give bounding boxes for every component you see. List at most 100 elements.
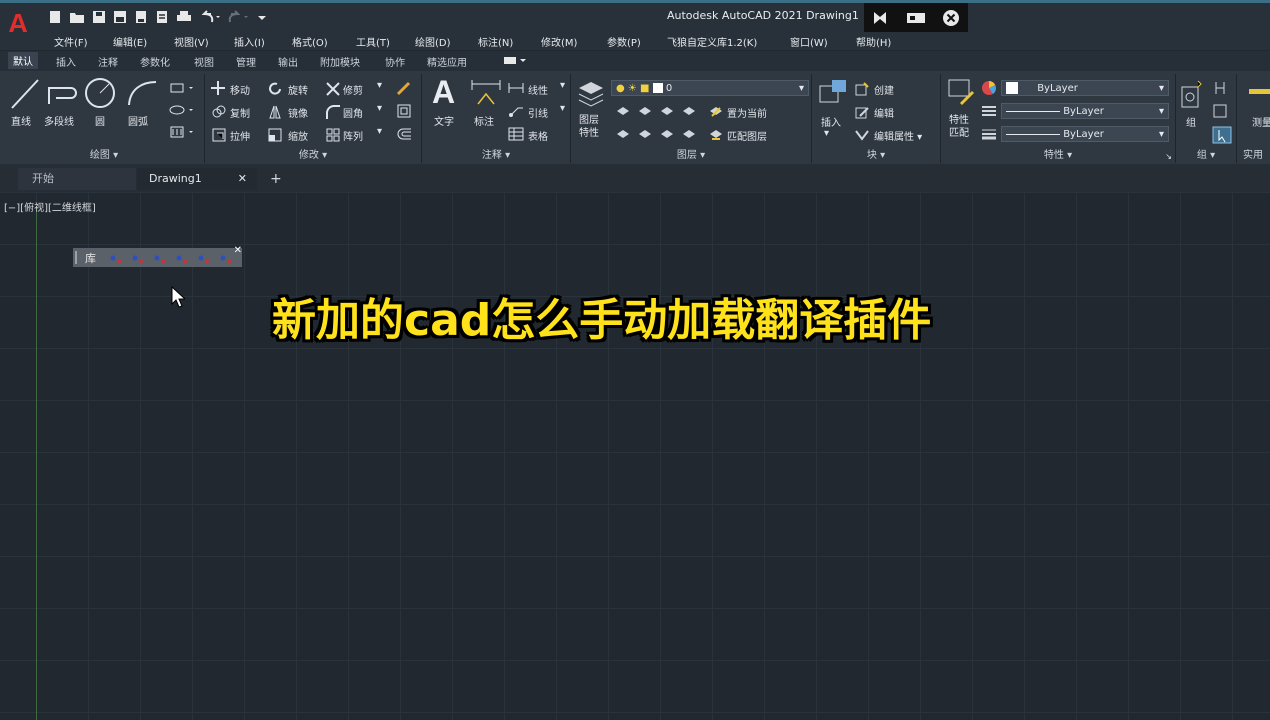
close-tab-icon[interactable]: ✕: [238, 168, 247, 190]
tab-addins[interactable]: 附加模块: [320, 54, 360, 69]
tab-view[interactable]: 视图: [194, 54, 214, 69]
match-layer-label[interactable]: 匹配图层: [727, 128, 767, 143]
menu-format[interactable]: 格式(O): [292, 34, 328, 49]
tab-featured-apps[interactable]: 精选应用: [427, 54, 467, 69]
open-icon[interactable]: [69, 10, 85, 24]
lineweight-dropdown[interactable]: ByLayer ▾: [1001, 126, 1169, 142]
layers-panel-label[interactable]: 图层 ▾: [571, 146, 811, 161]
floating-library-toolbar[interactable]: 库 ✕: [73, 245, 242, 267]
new-icon[interactable]: [48, 10, 62, 24]
rotate-label[interactable]: 旋转: [288, 82, 308, 97]
group-label[interactable]: 组: [1186, 114, 1196, 129]
trim-icon[interactable]: [325, 81, 341, 97]
layer-properties-icon[interactable]: [577, 78, 607, 108]
menu-edit[interactable]: 编辑(E): [113, 34, 147, 49]
utility-panel-label[interactable]: 实用: [1243, 146, 1270, 161]
save-as-icon[interactable]: [113, 10, 127, 24]
ellipse-icon[interactable]: [168, 104, 196, 116]
trim-dropdown-icon[interactable]: ▾: [377, 80, 382, 91]
viewport-controls[interactable]: [−][俯视][二维线框]: [4, 199, 96, 214]
array-dropdown-icon[interactable]: ▾: [377, 126, 382, 137]
leader-dropdown-icon[interactable]: ▾: [560, 103, 565, 114]
fillet-icon[interactable]: [325, 104, 341, 120]
draw-panel-label[interactable]: 绘图 ▾: [4, 146, 204, 161]
tab-output[interactable]: 输出: [278, 54, 298, 69]
plot-icon[interactable]: [176, 10, 192, 24]
layer-tools-row2-icon[interactable]: [615, 127, 705, 141]
copy-label[interactable]: 复制: [230, 105, 250, 120]
tab-collaborate[interactable]: 协作: [385, 54, 405, 69]
stretch-icon[interactable]: [211, 127, 227, 143]
measure-icon[interactable]: [1249, 88, 1270, 96]
menu-tools[interactable]: 工具(T): [356, 34, 390, 49]
match-properties-label[interactable]: 特性 匹配: [949, 114, 969, 140]
rotate-icon[interactable]: [267, 81, 283, 97]
group-edit-icon[interactable]: [1212, 103, 1228, 119]
erase-icon[interactable]: [395, 79, 413, 97]
group-panel-label[interactable]: 组 ▾: [1176, 146, 1236, 161]
menu-modify[interactable]: 修改(M): [541, 34, 577, 49]
library-tool-icons[interactable]: [107, 250, 233, 265]
linear-label[interactable]: 线性: [528, 82, 548, 97]
trim-label[interactable]: 修剪: [343, 82, 363, 97]
layer-properties-label[interactable]: 图层 特性: [579, 114, 599, 140]
circle-icon[interactable]: [84, 77, 116, 109]
menu-view[interactable]: 视图(V): [174, 34, 209, 49]
new-tab-icon[interactable]: +: [270, 168, 282, 190]
tab-start[interactable]: 开始: [18, 168, 136, 190]
close-icon[interactable]: [942, 9, 960, 27]
modify-panel-label[interactable]: 修改 ▾: [205, 146, 421, 161]
tab-drawing1[interactable]: Drawing1 ✕: [137, 168, 257, 190]
edit-block-icon[interactable]: [854, 104, 870, 120]
measure-label[interactable]: 测量: [1252, 114, 1270, 129]
annotation-panel-label[interactable]: 注释 ▾: [422, 146, 570, 161]
tab-annotate[interactable]: 注释: [98, 54, 118, 69]
scale-label[interactable]: 缩放: [288, 128, 308, 143]
set-current-icon[interactable]: [709, 104, 723, 118]
lineweight-icon[interactable]: [981, 127, 997, 141]
tab-default[interactable]: 默认: [8, 52, 38, 69]
insert-dropdown-icon[interactable]: ▾: [824, 128, 829, 139]
group-select-icon[interactable]: [1212, 126, 1232, 144]
dimension-icon[interactable]: [470, 78, 502, 110]
layer-tools-row1-icon[interactable]: [615, 104, 705, 118]
color-dropdown[interactable]: ByLayer ▾: [1001, 80, 1169, 96]
line-label[interactable]: 直线: [11, 113, 31, 128]
move-label[interactable]: 移动: [230, 82, 250, 97]
circle-label[interactable]: 圆: [95, 113, 105, 128]
insert-block-icon[interactable]: [818, 78, 848, 108]
layer-dropdown[interactable]: ● ☀ ■ 0 ▾: [611, 80, 809, 96]
arc-icon[interactable]: [126, 79, 158, 107]
rectangle-icon[interactable]: [168, 82, 196, 94]
fillet-label[interactable]: 圆角: [343, 105, 363, 120]
workspace-switch-icon[interactable]: [503, 56, 527, 66]
explode-icon[interactable]: [395, 102, 413, 120]
line-icon[interactable]: [10, 78, 40, 110]
text-icon[interactable]: A: [432, 74, 455, 111]
menu-parametric[interactable]: 参数(P): [607, 34, 641, 49]
undo-icon[interactable]: [199, 10, 221, 24]
web-icon[interactable]: [134, 10, 148, 24]
tab-insert[interactable]: 插入: [56, 54, 76, 69]
properties-launcher-icon[interactable]: ↘: [1165, 152, 1172, 161]
match-layer-icon[interactable]: [709, 127, 723, 141]
menu-insert[interactable]: 插入(I): [234, 34, 265, 49]
redo-icon[interactable]: [228, 10, 250, 24]
edit-attributes-icon[interactable]: [854, 127, 870, 143]
block-panel-label[interactable]: 块 ▾: [812, 146, 940, 161]
menu-custom-library[interactable]: 飞狼自定义库1.2(K): [667, 34, 757, 49]
linetype-dropdown[interactable]: ByLayer ▾: [1001, 103, 1169, 119]
color-wheel-icon[interactable]: [981, 80, 997, 96]
table-label[interactable]: 表格: [528, 128, 548, 143]
scale-icon[interactable]: [267, 127, 283, 143]
edit-attributes-label[interactable]: 编辑属性 ▾: [874, 128, 922, 143]
screen-icon[interactable]: [906, 11, 926, 25]
leader-icon[interactable]: [508, 104, 524, 118]
save-icon[interactable]: [92, 10, 106, 24]
customize-icon[interactable]: [257, 10, 267, 24]
polyline-label[interactable]: 多段线: [44, 113, 74, 128]
menu-file[interactable]: 文件(F): [54, 34, 88, 49]
create-block-icon[interactable]: [854, 81, 870, 97]
text-label[interactable]: 文字: [434, 113, 454, 128]
polyline-icon[interactable]: [46, 82, 80, 108]
